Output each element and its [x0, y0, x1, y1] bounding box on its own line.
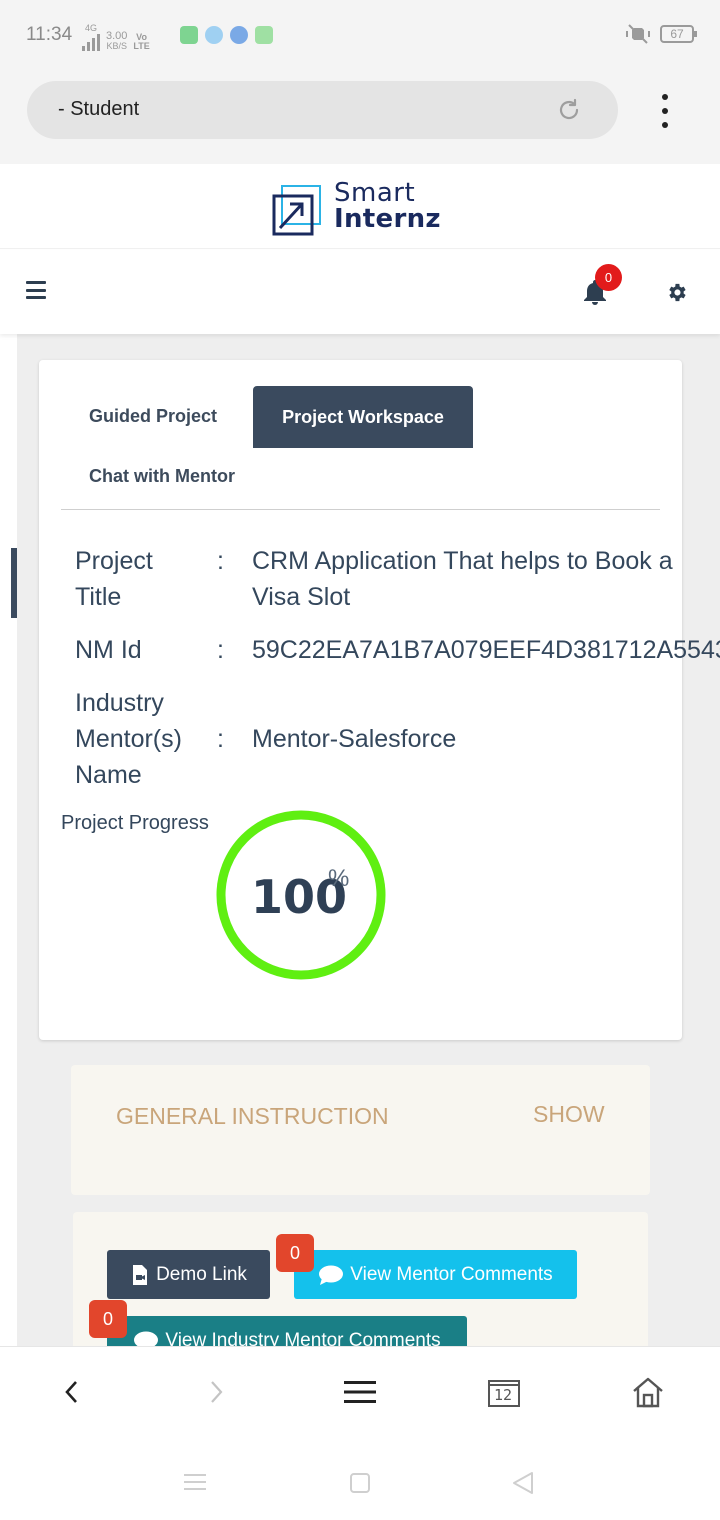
browser-toolbar: - Student — [0, 70, 720, 164]
status-right: 67 — [626, 24, 697, 44]
mentor-label-2: Mentor(s) — [75, 725, 182, 753]
system-home-icon[interactable] — [349, 1472, 371, 1494]
tab-divider — [61, 509, 660, 510]
tab-guided-project[interactable]: Guided Project — [89, 406, 217, 427]
reload-icon[interactable] — [556, 97, 582, 123]
back-icon[interactable] — [54, 1375, 90, 1409]
brand-line1: Smart — [334, 178, 416, 208]
project-actions-panel: Demo Link View Mentor Comments 0 View In… — [73, 1212, 648, 1346]
tab-count: 12 — [494, 1386, 513, 1404]
home-icon[interactable] — [630, 1375, 666, 1409]
maps-icon — [255, 26, 273, 44]
messages-icon — [230, 26, 248, 44]
view-mentor-comments-label: View Mentor Comments — [350, 1263, 553, 1285]
project-title-label-2: Title — [75, 583, 122, 611]
recents-icon[interactable] — [184, 1472, 206, 1492]
status-bar: 11:34 4G 3.00 KB/S Vo LTE 67 — [0, 0, 720, 70]
project-title-label-1: Project — [75, 547, 153, 575]
video-file-icon — [133, 1264, 148, 1285]
comment-icon — [319, 1265, 344, 1285]
gear-icon[interactable] — [665, 281, 688, 304]
tabs-icon[interactable]: 12 — [486, 1375, 522, 1409]
tab-project-workspace[interactable]: Project Workspace — [253, 386, 473, 448]
system-nav-bar — [0, 1434, 720, 1520]
browser-bottom-nav: 12 — [0, 1346, 720, 1434]
smartinternz-logo-icon — [272, 185, 321, 236]
site-header: Smart Internz — [0, 164, 720, 249]
top-nav — [0, 250, 720, 334]
brand-name: Smart Internz — [334, 180, 441, 232]
signal-icon — [82, 33, 100, 51]
project-title-colon: : — [217, 547, 224, 575]
project-card: Guided Project Project Workspace Chat wi… — [39, 360, 720, 1040]
page-content: Guided Project Project Workspace Chat wi… — [0, 334, 720, 1346]
nm-id-value: 59C22EA7A1B7A079EEF4D381712A5543 — [252, 636, 720, 664]
view-mentor-comments-button[interactable]: View Mentor Comments — [294, 1250, 577, 1299]
whatsapp-icon — [180, 26, 198, 44]
mentor-label-3: Name — [75, 761, 142, 789]
drawer-active-marker — [11, 548, 17, 618]
mentor-label-1: Industry — [75, 689, 164, 717]
network-indicator: 4G 3.00 KB/S Vo LTE — [82, 24, 150, 51]
mentor-colon: : — [217, 725, 224, 753]
demo-link-button[interactable]: Demo Link — [107, 1250, 270, 1299]
tab-chat-with-mentor[interactable]: Chat with Mentor — [89, 466, 235, 487]
address-text: - Student — [58, 98, 140, 120]
brand-line2: Internz — [334, 204, 441, 234]
network-type: 4G — [84, 23, 97, 33]
system-back-icon[interactable] — [511, 1470, 535, 1496]
view-industry-mentor-comments-label: View Industry Mentor Comments — [165, 1330, 441, 1346]
general-instruction-title: GENERAL INSTRUCTION — [116, 1103, 389, 1129]
browser-icon — [205, 26, 223, 44]
more-vert-icon[interactable] — [652, 94, 678, 128]
show-instruction-toggle[interactable]: SHOW — [533, 1101, 605, 1128]
data-speed-unit: KB/S — [106, 41, 127, 51]
view-industry-mentor-comments-button[interactable]: View Industry Mentor Comments — [107, 1316, 467, 1346]
forward-icon[interactable] — [198, 1375, 234, 1409]
nm-id-label: NM Id — [75, 636, 142, 664]
address-bar[interactable]: - Student — [27, 81, 618, 139]
demo-link-label: Demo Link — [156, 1263, 247, 1285]
battery-icon: 67 — [660, 25, 697, 43]
mentor-value: Mentor-Salesforce — [252, 725, 457, 753]
hamburger-menu-icon[interactable] — [26, 281, 46, 299]
notification-icons — [180, 26, 273, 44]
comment-icon — [134, 1331, 159, 1346]
project-progress-label: Project Progress — [61, 812, 209, 834]
industry-comments-count-badge: 0 — [89, 1300, 127, 1338]
progress-unit: % — [328, 865, 350, 892]
clock: 11:34 — [26, 24, 73, 45]
nm-id-colon: : — [217, 636, 224, 664]
mentor-comments-count-badge: 0 — [276, 1234, 314, 1272]
volte-bottom: LTE — [133, 41, 150, 51]
project-title-value: CRM Application That helps to Book a Vis… — [252, 547, 673, 611]
menu-icon[interactable] — [342, 1375, 378, 1409]
side-drawer-edge — [0, 334, 17, 1346]
general-instruction-panel: GENERAL INSTRUCTION SHOW — [71, 1065, 650, 1195]
vibrate-icon — [626, 24, 650, 44]
notification-badge: 0 — [595, 264, 622, 291]
